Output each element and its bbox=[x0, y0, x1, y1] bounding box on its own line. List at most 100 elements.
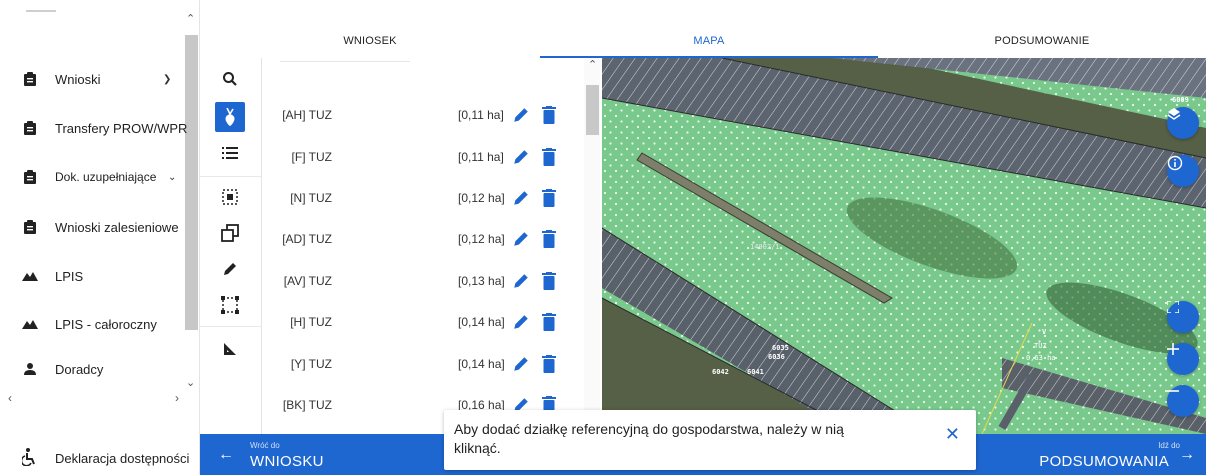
parcel-name: [N] TUZ bbox=[290, 191, 332, 205]
sidebar-scroll-down-icon[interactable]: ⌄ bbox=[186, 376, 195, 389]
map-view[interactable]: 6009 14902/1 6035 6036 6042 6041 V TUZ 0… bbox=[602, 58, 1206, 434]
parcel-name: [AD] TUZ bbox=[282, 232, 332, 246]
parcel-area: [0,13 ha] bbox=[458, 274, 505, 288]
clipboard-icon bbox=[22, 71, 38, 87]
fullscreen-icon[interactable] bbox=[1167, 301, 1199, 333]
person-icon bbox=[22, 361, 38, 377]
edit-pencil-icon[interactable] bbox=[512, 313, 530, 331]
sidebar-item-transfery[interactable]: Transfery PROW/WPR bbox=[0, 113, 188, 143]
parcel-area: [0,14 ha] bbox=[458, 357, 505, 371]
toolbar-divider bbox=[200, 176, 262, 177]
next-caption: Idź do bbox=[1158, 441, 1180, 450]
edit-pencil-icon[interactable] bbox=[512, 230, 530, 248]
parcel-name: [Y] TUZ bbox=[290, 357, 332, 371]
terrain-icon bbox=[22, 268, 38, 284]
map-label: 0,63 ha bbox=[1026, 354, 1056, 362]
list-scrollbar-thumb[interactable] bbox=[586, 85, 599, 135]
delete-trash-icon[interactable] bbox=[542, 106, 558, 124]
map-label: 6035 bbox=[772, 344, 789, 352]
sidebar-item-wnioski[interactable]: Wnioski ❯ bbox=[0, 64, 185, 94]
parcel-area: [0,14 ha] bbox=[458, 315, 505, 329]
sidebar-item-label: LPIS - całoroczny bbox=[55, 316, 157, 332]
sidebar-item-lpis[interactable]: LPIS bbox=[0, 261, 185, 291]
sidebar-scrollbar-thumb[interactable] bbox=[185, 35, 198, 330]
measure-angle-icon[interactable] bbox=[215, 334, 245, 364]
map-canvas bbox=[602, 58, 1206, 434]
list-item[interactable]: [H] TUZ [0,14 ha] bbox=[262, 303, 582, 343]
parcel-list: [AH] TUZ [0,11 ha] [F] TUZ [0,11 ha] [N]… bbox=[262, 58, 602, 434]
layers-icon[interactable] bbox=[1167, 107, 1199, 139]
list-item[interactable]: [AD] TUZ [0,12 ha] bbox=[262, 220, 582, 260]
sidebar-scroll-right-icon[interactable]: › bbox=[175, 391, 179, 405]
parcel-area: [0,12 ha] bbox=[458, 232, 505, 246]
list-item[interactable]: [AV] TUZ [0,13 ha] bbox=[262, 262, 582, 302]
edit-pencil-icon[interactable] bbox=[512, 106, 530, 124]
map-label: TUZ bbox=[1034, 342, 1047, 350]
sidebar-item-label: Wnioski bbox=[55, 71, 101, 87]
tab-podsumowanie[interactable]: PODSUMOWANIE bbox=[878, 28, 1206, 58]
back-caption: Wróć do bbox=[250, 441, 280, 450]
sidebar-item-label: LPIS bbox=[55, 268, 84, 284]
tab-wniosek[interactable]: WNIOSEK bbox=[200, 28, 540, 58]
main-tabs: WNIOSEK MAPA PODSUMOWANIE bbox=[200, 28, 1206, 58]
sidebar-item-dok-uzupelniajace[interactable]: Dok. uzupełniające ⌄ bbox=[0, 162, 185, 192]
accessibility-icon bbox=[20, 448, 36, 471]
edit-pencil-icon[interactable] bbox=[512, 355, 530, 373]
sidebar-item-wnioski-zalesieniowe[interactable]: Wnioski zalesieniowe bbox=[0, 212, 185, 242]
list-item[interactable]: [N] TUZ [0,12 ha] bbox=[262, 179, 582, 219]
parcel-name: [AV] TUZ bbox=[283, 274, 332, 288]
arrow-left-icon: ← bbox=[218, 446, 234, 463]
delete-trash-icon[interactable] bbox=[542, 313, 558, 331]
clipboard-icon bbox=[22, 169, 38, 185]
rectangle-select-icon[interactable] bbox=[215, 290, 245, 320]
parcel-name: [BK] TUZ bbox=[282, 398, 332, 412]
info-toast: Aby dodać działkę referencyjną do gospod… bbox=[444, 410, 976, 470]
sidebar-item-label: Doradcy bbox=[55, 361, 104, 377]
parcel-name: [F] TUZ bbox=[291, 150, 332, 164]
edit-pencil-icon[interactable] bbox=[512, 272, 530, 290]
map-label: 6036 bbox=[768, 353, 785, 361]
sidebar-item-doradcy[interactable]: Doradcy bbox=[0, 354, 185, 384]
list-top-divider bbox=[280, 61, 410, 62]
clipboard-icon bbox=[22, 219, 38, 235]
zoom-out-icon[interactable] bbox=[1167, 385, 1199, 417]
search-icon[interactable] bbox=[215, 64, 245, 94]
map-label: 6041 bbox=[747, 368, 764, 376]
map-toolbar bbox=[200, 58, 262, 434]
list-item[interactable]: [AH] TUZ [0,11 ha] bbox=[262, 96, 582, 136]
delete-trash-icon[interactable] bbox=[542, 148, 558, 166]
pencil-icon[interactable] bbox=[215, 254, 245, 284]
map-label: 14902/1 bbox=[750, 243, 780, 251]
sidebar-scroll-up-icon[interactable]: ⌃ bbox=[186, 12, 195, 25]
map-label: 6009 bbox=[1172, 96, 1189, 104]
edit-pencil-icon[interactable] bbox=[512, 189, 530, 207]
list-item[interactable]: [Y] TUZ [0,14 ha] bbox=[262, 345, 582, 385]
zoom-in-icon[interactable] bbox=[1167, 343, 1199, 375]
delete-trash-icon[interactable] bbox=[542, 189, 558, 207]
delete-trash-icon[interactable] bbox=[542, 230, 558, 248]
delete-trash-icon[interactable] bbox=[542, 272, 558, 290]
sidebar-scroll-left-icon[interactable]: ‹ bbox=[8, 391, 12, 405]
sidebar-item-lpis-caloroczny[interactable]: LPIS - całoroczny bbox=[0, 309, 185, 339]
info-icon[interactable] bbox=[1167, 155, 1199, 187]
edit-pencil-icon[interactable] bbox=[512, 148, 530, 166]
list-icon[interactable] bbox=[215, 138, 245, 168]
delete-trash-icon[interactable] bbox=[542, 355, 558, 373]
parcel-area: [0,12 ha] bbox=[458, 191, 505, 205]
sidebar-item-label: Transfery PROW/WPR bbox=[55, 120, 188, 136]
list-scroll-up-icon[interactable]: ⌃ bbox=[588, 58, 597, 71]
sidebar-item-label: Wnioski zalesieniowe bbox=[55, 219, 179, 235]
copy-shape-icon[interactable] bbox=[215, 218, 245, 248]
parcel-name: [H] TUZ bbox=[290, 315, 332, 329]
chevron-down-icon: ❯ bbox=[163, 73, 172, 85]
toast-message: Aby dodać działkę referencyjną do gospod… bbox=[454, 421, 844, 456]
tab-mapa[interactable]: MAPA bbox=[540, 28, 878, 58]
sidebar-item-deklaracja-dostepnosci[interactable]: Deklaracja dostępności bbox=[0, 442, 200, 472]
parcel-area: [0,11 ha] bbox=[458, 150, 504, 164]
close-icon[interactable]: ✕ bbox=[945, 424, 960, 445]
list-item[interactable]: [F] TUZ [0,11 ha] bbox=[262, 138, 582, 178]
crop-beet-icon[interactable] bbox=[215, 102, 245, 132]
select-parcel-icon[interactable] bbox=[215, 182, 245, 212]
clipboard-icon bbox=[22, 120, 38, 136]
arrow-right-icon: → bbox=[1179, 446, 1195, 463]
